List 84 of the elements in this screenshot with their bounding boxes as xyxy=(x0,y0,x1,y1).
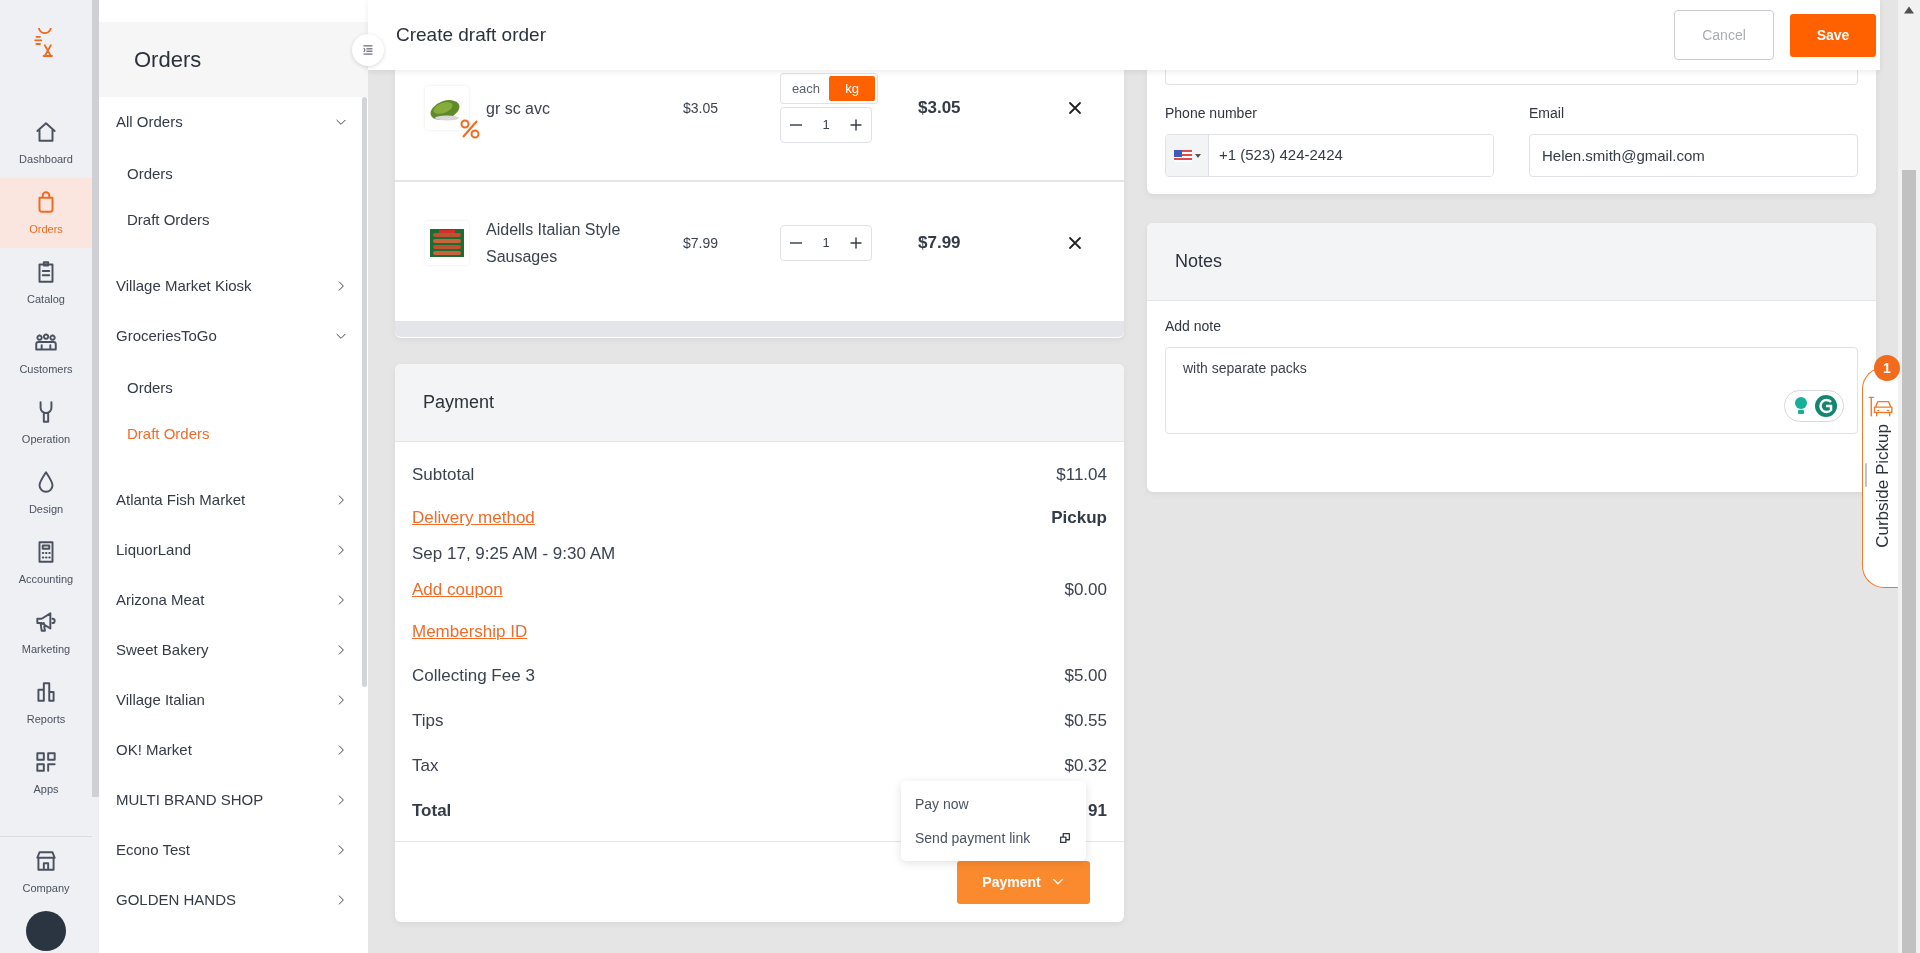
menu-item[interactable]: Pay now xyxy=(901,787,1086,821)
drag-handle[interactable] xyxy=(1865,463,1867,487)
row-value: 91 xyxy=(1088,799,1107,822)
minus-icon xyxy=(790,124,802,126)
scroll-up-icon xyxy=(1904,6,1914,14)
field-label: Phone number xyxy=(1165,104,1258,123)
unit-toggle[interactable]: each kg xyxy=(780,73,878,104)
row-value: $0.32 xyxy=(1064,754,1107,777)
sidebar-title: Orders xyxy=(134,46,202,74)
product-name: Aidells Italian Style Sausages xyxy=(486,220,622,267)
menu-item[interactable]: Send payment link xyxy=(901,821,1086,855)
nav-item[interactable]: Customers xyxy=(0,318,92,388)
caret-icon xyxy=(1194,153,1201,158)
nav-item[interactable]: Marketing xyxy=(0,598,92,668)
nav-item[interactable]: Reports xyxy=(0,668,92,738)
time-slot: Sep 17, 9:25 AM - 9:30 AM xyxy=(412,541,616,567)
nav-item[interactable]: Apps xyxy=(0,738,92,808)
sidebar-item[interactable]: All Orders xyxy=(99,97,368,147)
row-label: Tips xyxy=(412,709,444,732)
row-value: $5.00 xyxy=(1064,664,1107,687)
total-label: Total xyxy=(412,799,452,822)
scrollbar[interactable] xyxy=(1902,170,1916,953)
remove-button[interactable] xyxy=(1068,101,1082,115)
row-value: $11.04 xyxy=(1056,463,1107,486)
sidebar-item[interactable]: Econo Test xyxy=(99,825,368,875)
sidebar-item[interactable]: Village Italian xyxy=(99,675,368,725)
card-title: Notes xyxy=(1175,250,1223,273)
sidebar-item[interactable]: Sweet Bakery xyxy=(99,625,368,675)
remove-button[interactable] xyxy=(1068,236,1082,250)
nav-item[interactable]: Dashboard xyxy=(0,108,92,178)
sidebar-subitem[interactable]: Draft Orders xyxy=(99,197,368,243)
page-title: Create draft order xyxy=(396,22,546,47)
car-icon xyxy=(1867,394,1894,418)
country-select[interactable] xyxy=(1166,135,1209,176)
row-label: Tax xyxy=(412,754,439,777)
field-label: Add note xyxy=(1165,317,1223,336)
scrollbar[interactable] xyxy=(92,0,99,797)
line-total: $3.05 xyxy=(918,97,962,120)
sidebar-subitem[interactable]: Orders xyxy=(99,365,368,411)
assistant-icon xyxy=(1784,390,1844,422)
product-name: gr sc avc xyxy=(486,98,551,119)
nav-item[interactable]: Accounting xyxy=(0,528,92,598)
tab-label: Curbside Pickup xyxy=(1874,424,1893,548)
row-value: $0.55 xyxy=(1064,709,1107,732)
line-total: $7.99 xyxy=(918,232,962,255)
quantity-value: 1 xyxy=(821,234,831,253)
sidebar-item[interactable]: Village Market Kiosk xyxy=(99,261,368,311)
nav-item[interactable]: Catalog xyxy=(0,248,92,318)
close-icon xyxy=(1068,101,1082,115)
note-field[interactable]: with separate packs xyxy=(1165,347,1858,434)
sidebar-item[interactable]: Arizona Meat xyxy=(99,575,368,625)
email-field[interactable]: Helen.smith@gmail.com xyxy=(1529,134,1858,177)
row-label: Subtotal xyxy=(412,463,475,486)
sidebar-subitem[interactable]: Orders xyxy=(99,151,368,197)
nav-item[interactable]: Design xyxy=(0,458,92,528)
sidebar-item[interactable]: LiquorLand xyxy=(99,525,368,575)
unit-price: $3.05 xyxy=(683,98,720,118)
input-field[interactable] xyxy=(1165,70,1858,85)
card-title: Payment xyxy=(423,391,495,414)
unit-price: $7.99 xyxy=(683,233,720,253)
quantity-value: 1 xyxy=(821,116,831,135)
nav-item[interactable]: Operation xyxy=(0,388,92,458)
minus-icon xyxy=(790,242,802,244)
menu-icon xyxy=(361,43,375,57)
row-label: Collecting Fee 3 xyxy=(412,664,535,687)
sidebar-item[interactable]: MULTI BRAND SHOP xyxy=(99,775,368,825)
sidebar-item[interactable]: Atlanta Fish Market xyxy=(99,475,368,525)
plus-icon xyxy=(848,235,864,251)
quantity-stepper[interactable]: 1 xyxy=(780,225,872,261)
scrollbar[interactable] xyxy=(395,321,1124,337)
field-label: Email xyxy=(1529,104,1565,123)
quantity-stepper[interactable]: 1 xyxy=(780,107,872,143)
sidebar-item[interactable]: OK! Market xyxy=(99,725,368,775)
row-value: Pickup xyxy=(1051,507,1107,530)
sidebar-item[interactable]: GroceriesToGo xyxy=(99,311,368,361)
row-value: $0.00 xyxy=(1064,579,1107,602)
avatar[interactable] xyxy=(26,911,66,951)
phone-field[interactable]: +1 (523) 424-2424 xyxy=(1165,134,1494,177)
nav-item[interactable]: Company xyxy=(0,837,92,907)
plus-icon xyxy=(848,117,864,133)
flag-icon xyxy=(1173,149,1192,162)
sidebar-item[interactable]: GOLDEN HANDS xyxy=(99,875,368,925)
scrollbar[interactable] xyxy=(362,97,367,687)
close-icon xyxy=(1068,236,1082,250)
